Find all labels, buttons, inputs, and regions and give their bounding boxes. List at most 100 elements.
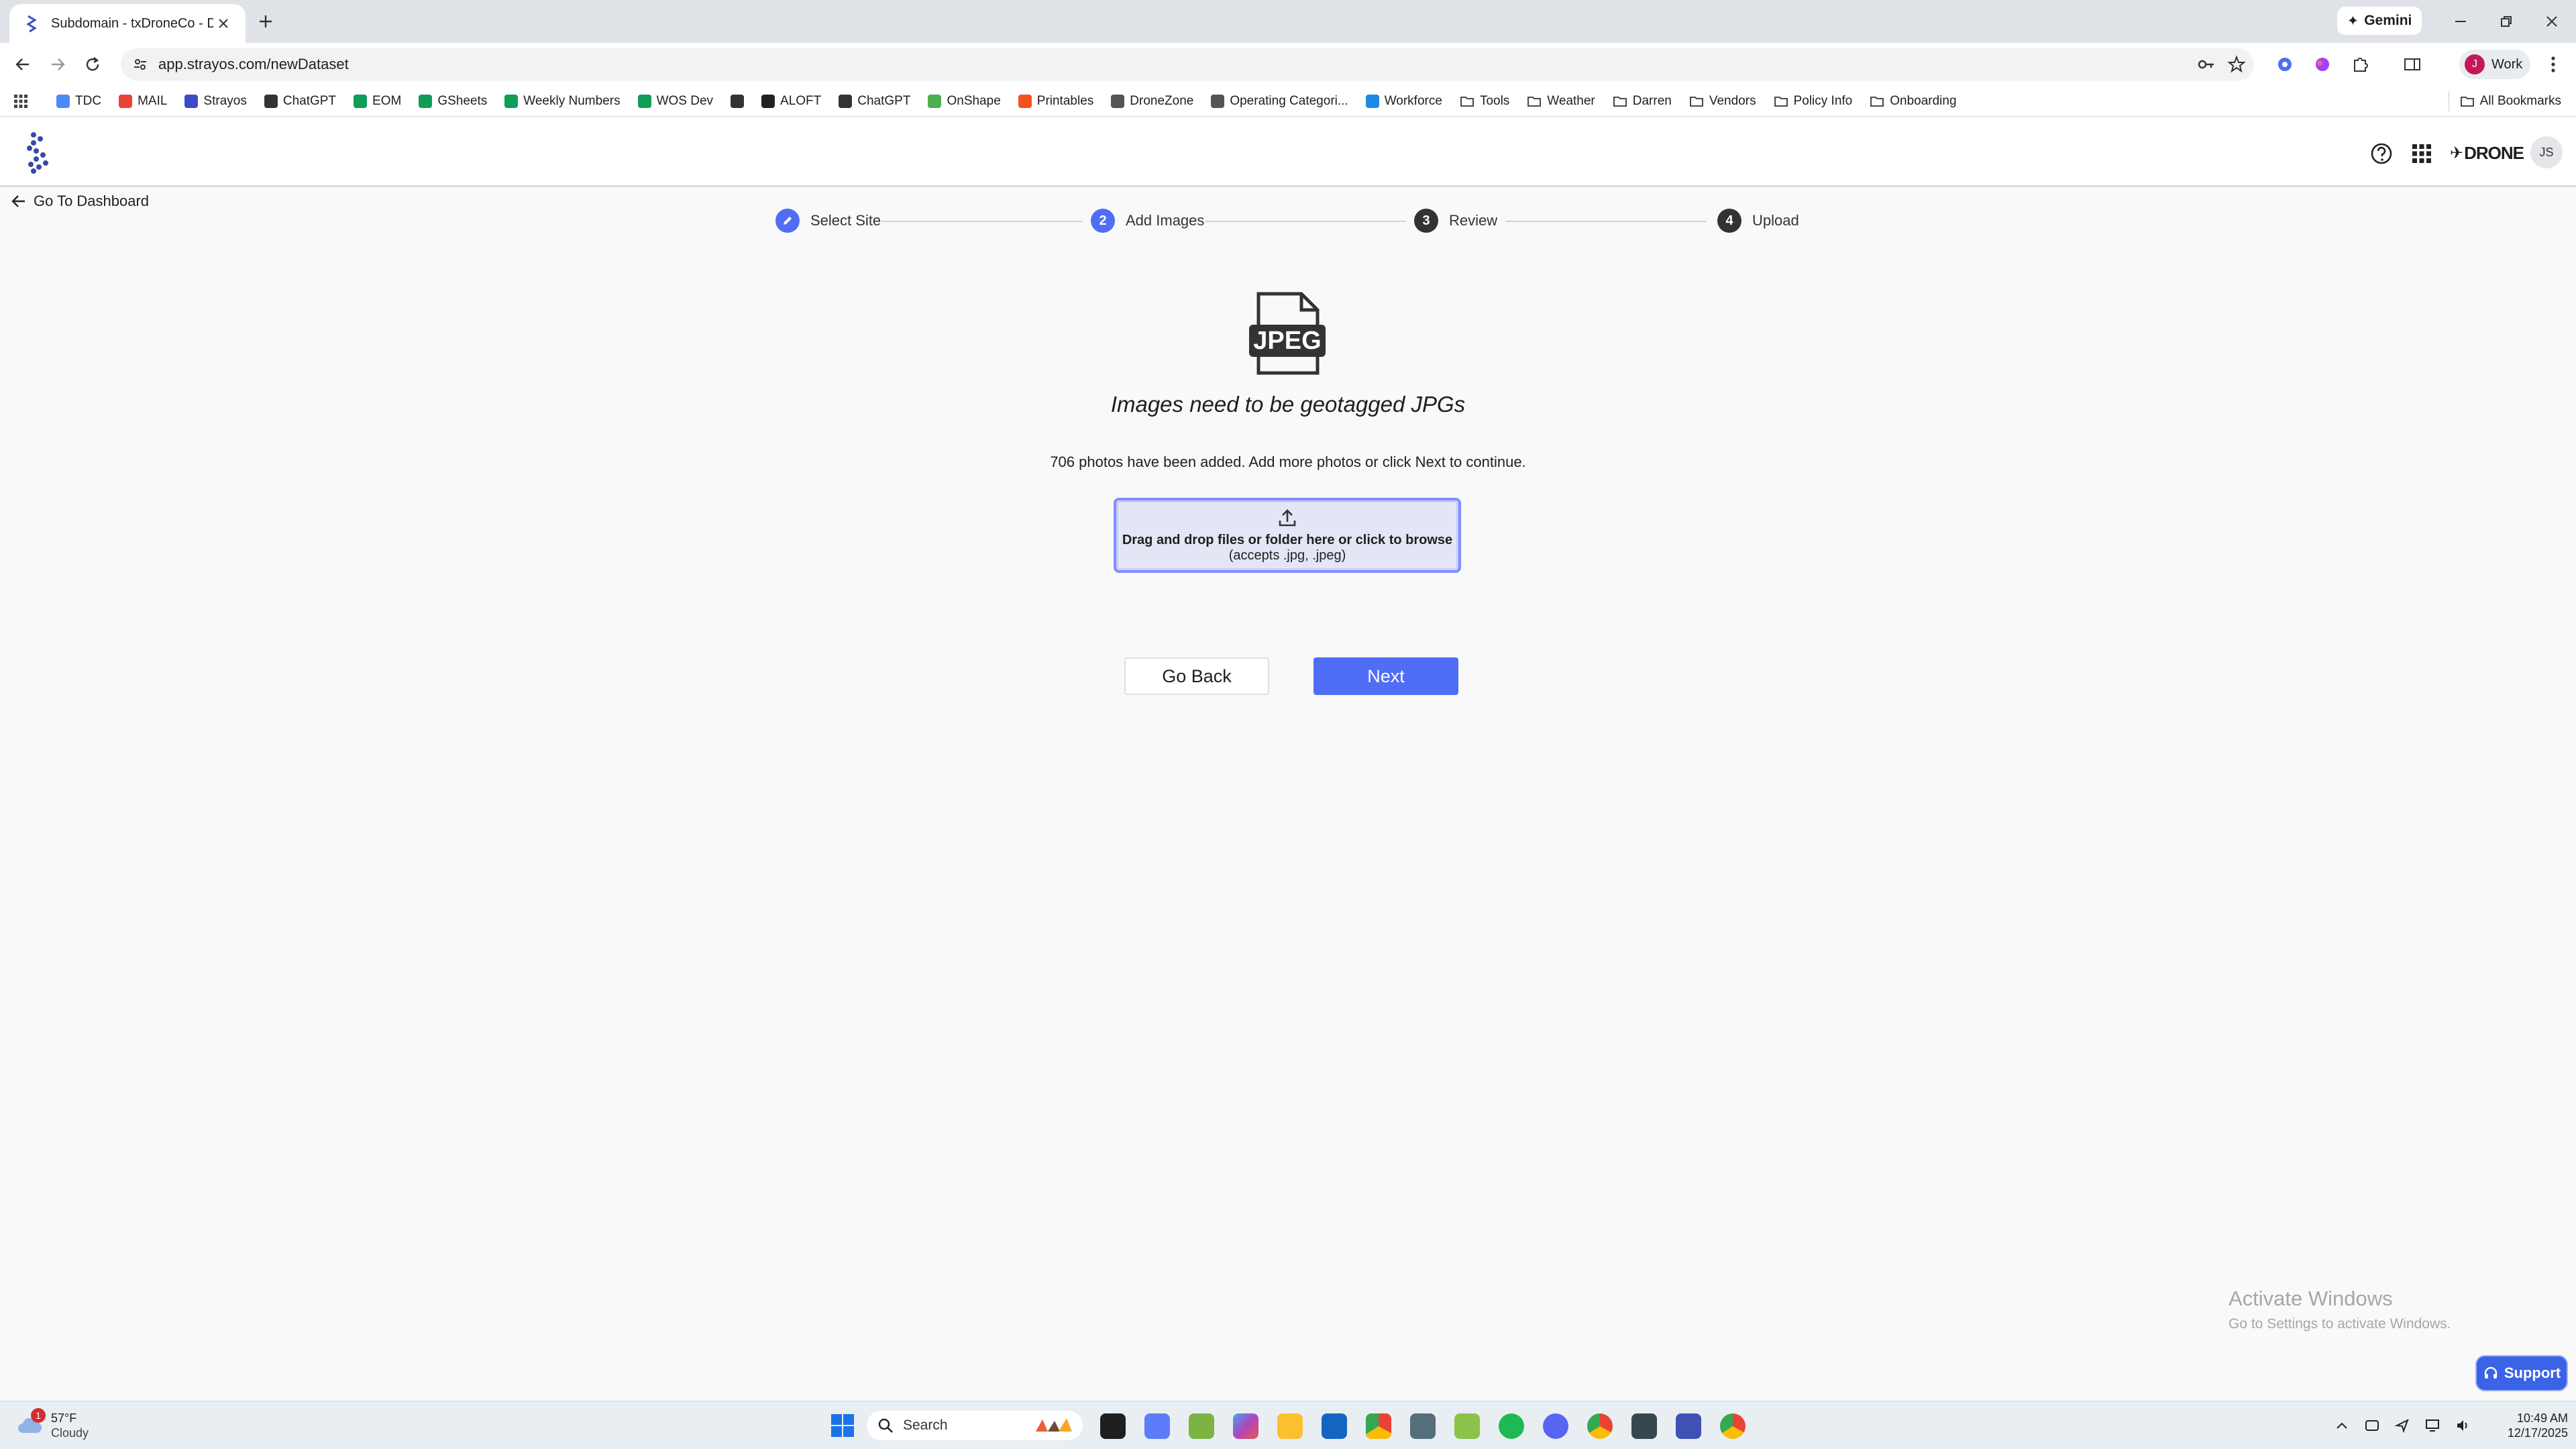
gemini-label: Gemini: [2364, 13, 2412, 28]
back-arrow-icon[interactable]: [9, 51, 36, 78]
next-button[interactable]: Next: [1313, 657, 1458, 695]
address-bar[interactable]: app.strayos.com/newDataset: [121, 48, 2254, 80]
location-icon[interactable]: [2395, 1418, 2410, 1433]
qgis-app-icon[interactable]: [1454, 1413, 1480, 1439]
bookmarks-bar: TDC MAIL Strayos ChatGPT EOM GSheets Weekly Nu…: [0, 86, 2576, 117]
extension-color-icon[interactable]: [2309, 51, 2336, 78]
bookmark-item[interactable]: Printables: [1018, 94, 1093, 109]
bookmark-item[interactable]: Darren: [1613, 94, 1672, 109]
dropzone-accepted-types: (accepts .jpg, .jpeg): [1228, 548, 1346, 563]
file-explorer-icon[interactable]: [1277, 1413, 1303, 1439]
bookmark-label: Weather: [1547, 94, 1595, 108]
bookmark-item[interactable]: ChatGPT: [264, 94, 336, 109]
notes-app-icon[interactable]: [1189, 1413, 1214, 1439]
extensions-puzzle-icon[interactable]: [2347, 51, 2373, 78]
bookmark-item[interactable]: EOM: [354, 94, 401, 109]
editor-app-icon[interactable]: [1676, 1413, 1701, 1439]
bookmark-item[interactable]: Strayos: [184, 94, 247, 109]
support-button[interactable]: Support: [2475, 1355, 2568, 1391]
password-key-icon[interactable]: [2192, 51, 2219, 78]
bookmark-item[interactable]: Workforce: [1365, 94, 1442, 109]
apps-grid-icon[interactable]: [11, 91, 31, 111]
bookmark-item[interactable]: Weekly Numbers: [504, 94, 621, 109]
terminal-app-icon[interactable]: [1100, 1413, 1126, 1439]
go-back-button[interactable]: Go Back: [1124, 657, 1269, 695]
taskbar-search[interactable]: Search: [867, 1411, 1083, 1440]
extension-icon[interactable]: [2271, 51, 2298, 78]
copilot-app-icon[interactable]: [1233, 1413, 1258, 1439]
temperature: 57°F: [51, 1411, 77, 1425]
bookmark-item[interactable]: Operating Categori...: [1211, 94, 1348, 109]
folder-icon: [2460, 95, 2475, 108]
volume-icon[interactable]: [2455, 1417, 2471, 1434]
folder-icon: [1527, 95, 1542, 108]
step-label: Upload: [1752, 212, 1799, 229]
bookmark-item[interactable]: DroneZone: [1111, 94, 1193, 109]
close-window-icon[interactable]: [2532, 7, 2572, 36]
discord-app-icon[interactable]: [1543, 1413, 1568, 1439]
user-avatar[interactable]: JS: [2530, 136, 2563, 168]
bookmark-label: TDC: [75, 94, 102, 108]
bookmark-item[interactable]: GSheets: [419, 94, 487, 109]
bookmark-item[interactable]: Policy Info: [1774, 94, 1852, 109]
bookmark-favicon-icon: [1365, 95, 1379, 108]
spotify-app-icon[interactable]: [1499, 1413, 1524, 1439]
kebab-menu-icon[interactable]: [2540, 51, 2567, 78]
search-highlight-icon: [1033, 1415, 1073, 1436]
drone-app-icon[interactable]: [1631, 1413, 1657, 1439]
clock-time: 10:49 AM: [2516, 1411, 2568, 1425]
help-icon[interactable]: [2368, 140, 2395, 167]
forward-arrow-icon[interactable]: [44, 51, 71, 78]
bookmark-label: Darren: [1632, 94, 1672, 108]
network-icon[interactable]: [2424, 1417, 2440, 1434]
strayos-logo[interactable]: [24, 131, 54, 175]
gemini-button[interactable]: ✦ Gemini: [2337, 7, 2422, 35]
side-panel-icon[interactable]: [2399, 51, 2426, 78]
chrome-profile-app-icon[interactable]: [1587, 1413, 1613, 1439]
bookmark-item[interactable]: MAIL: [119, 94, 167, 109]
weather-widget[interactable]: 1 57°F Cloudy: [16, 1408, 89, 1443]
bookmark-label: WOS Dev: [656, 94, 714, 108]
stepper-connector: [1505, 221, 1707, 222]
bookmark-item[interactable]: Vendors: [1689, 94, 1756, 109]
chevron-up-icon[interactable]: [2334, 1418, 2349, 1433]
reload-icon[interactable]: [79, 51, 106, 78]
file-dropzone[interactable]: Drag and drop files or folder here or cl…: [1114, 498, 1461, 573]
apps-grid-icon[interactable]: [2408, 140, 2435, 167]
bookmark-item[interactable]: [731, 95, 745, 108]
windows-start-icon[interactable]: [830, 1413, 855, 1438]
chrome-work-app-icon[interactable]: [1720, 1413, 1746, 1439]
bookmark-item[interactable]: Weather: [1527, 94, 1595, 109]
browser-tab[interactable]: Subdomain - txDroneCo - Dem: [9, 4, 246, 43]
chrome-app-icon[interactable]: [1366, 1413, 1391, 1439]
new-tab-icon[interactable]: [254, 9, 278, 34]
site-info-icon[interactable]: [133, 57, 148, 72]
bookmark-item[interactable]: ChatGPT: [839, 94, 910, 109]
all-bookmarks-button[interactable]: All Bookmarks: [2448, 91, 2561, 111]
folder-icon: [1460, 95, 1474, 108]
bookmark-item[interactable]: ALOFT: [761, 94, 821, 109]
bookmark-item[interactable]: Tools: [1460, 94, 1509, 109]
step-number: 2: [1091, 209, 1115, 233]
snipping-app-icon[interactable]: [1144, 1413, 1170, 1439]
calculator-app-icon[interactable]: [1410, 1413, 1436, 1439]
sync-icon[interactable]: [2364, 1417, 2380, 1434]
profile-label: Work: [2491, 56, 2523, 72]
weather-condition: Cloudy: [51, 1426, 89, 1440]
bookmark-star-icon[interactable]: [2223, 51, 2250, 78]
app-header: ✈ DRONE JS: [0, 117, 2576, 187]
bookmark-item[interactable]: Onboarding: [1870, 94, 1957, 109]
system-clock[interactable]: 10:49 AM 12/17/2025: [2487, 1411, 2568, 1440]
bookmark-item[interactable]: WOS Dev: [637, 94, 714, 109]
bookmark-label: ChatGPT: [857, 94, 911, 108]
profile-button[interactable]: J Work: [2459, 50, 2530, 79]
restore-icon[interactable]: [2486, 7, 2526, 36]
minimize-icon[interactable]: [2440, 7, 2481, 36]
close-tab-icon[interactable]: [213, 13, 233, 34]
dropzone-instructions: Drag and drop files or folder here or cl…: [1122, 533, 1453, 547]
bookmark-label: MAIL: [138, 94, 168, 108]
bookmark-item[interactable]: OnShape: [928, 94, 1001, 109]
bookmark-label: Tools: [1479, 94, 1510, 108]
bookmark-item[interactable]: TDC: [56, 94, 101, 109]
store-app-icon[interactable]: [1322, 1413, 1347, 1439]
